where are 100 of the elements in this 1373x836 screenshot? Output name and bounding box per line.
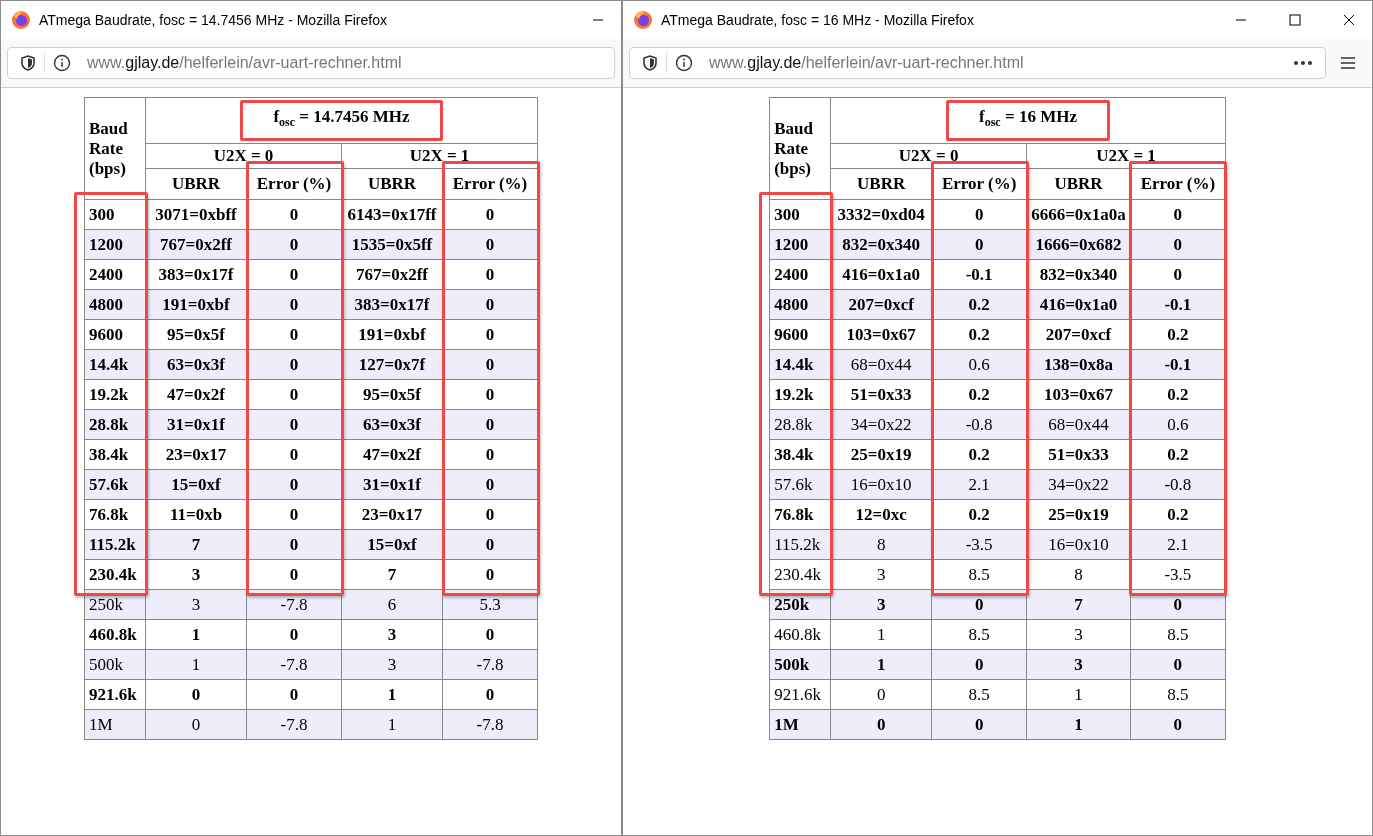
close-icon	[1343, 14, 1355, 26]
baud-rate-cell: 9600	[769, 319, 831, 350]
ubrr-cell: 416=0x1a0	[1026, 289, 1131, 320]
error-cell: 8.5	[931, 679, 1027, 710]
baud-rate-cell: 2400	[769, 259, 831, 290]
ubrr-cell: 767=0x2ff	[341, 259, 443, 290]
ubrr-cell: 3	[145, 559, 247, 590]
ubrr-cell: 1	[830, 649, 932, 680]
baud-rate-cell: 1M	[84, 709, 146, 740]
ubrr-cell: 7	[1026, 589, 1131, 620]
ubrr-cell: 95=0x5f	[145, 319, 247, 350]
ubrr-cell: 6143=0x17ff	[341, 199, 443, 230]
ubrr-cell: 7	[145, 529, 247, 560]
ubrr-cell: 0	[830, 709, 932, 740]
baud-rate-cell: 230.4k	[84, 559, 146, 590]
error-cell: 0	[442, 679, 538, 710]
ubrr-cell: 207=0xcf	[1026, 319, 1131, 350]
ubrr-cell: 31=0x1f	[145, 409, 247, 440]
error-cell: 0	[246, 619, 342, 650]
ubrr-cell: 191=0xbf	[341, 319, 443, 350]
error-cell: 0	[442, 619, 538, 650]
url-text[interactable]: www.gjlay.de/helferlein/avr-uart-rechner.html	[709, 54, 1024, 72]
baud-rate-cell: 38.4k	[769, 439, 831, 470]
ubrr-cell: 191=0xbf	[145, 289, 247, 320]
address-bar[interactable]: www.gjlay.de/helferlein/avr-uart-rechner.html	[7, 47, 615, 79]
ubrr-cell: 1666=0x682	[1026, 229, 1131, 260]
baud-rate-cell: 1M	[769, 709, 831, 740]
baud-rate-cell: 1200	[769, 229, 831, 260]
browser-logo-icon	[11, 10, 31, 30]
ubrr-cell: 1	[1026, 709, 1131, 740]
ubrr-cell: 95=0x5f	[341, 379, 443, 410]
ubrr-cell: 68=0x44	[830, 349, 932, 380]
ubrr-cell: 6	[341, 589, 443, 620]
ubrr-cell: 23=0x17	[145, 439, 247, 470]
ubrr-cell: 832=0x340	[830, 229, 932, 260]
baud-rate-cell: 19.2k	[84, 379, 146, 410]
baud-rate-cell: 1200	[84, 229, 146, 260]
ubrr-cell: 16=0x10	[830, 469, 932, 500]
ubrr-cell: 47=0x2f	[145, 379, 247, 410]
ubrr-cell: 1	[145, 649, 247, 680]
baud-rate-cell: 76.8k	[769, 499, 831, 530]
baud-rate-cell: 14.4k	[769, 349, 831, 380]
ubrr-cell: 34=0x22	[830, 409, 932, 440]
ubrr-cell: 1	[145, 619, 247, 650]
baud-rate-cell: 19.2k	[769, 379, 831, 410]
ubrr-cell: 207=0xcf	[830, 289, 932, 320]
ubrr-cell: 138=0x8a	[1026, 349, 1131, 380]
baud-rate-cell: 300	[84, 199, 146, 230]
baud-rate-cell: 14.4k	[84, 349, 146, 380]
ubrr-cell: 6666=0x1a0a	[1026, 199, 1131, 230]
error-cell: 0	[931, 709, 1027, 740]
ubrr-cell: 63=0x3f	[341, 409, 443, 440]
ubrr-cell: 383=0x17f	[145, 259, 247, 290]
ubrr-cell: 3332=0xd04	[830, 199, 932, 230]
ubrr-cell: 1535=0x5ff	[341, 229, 443, 260]
error-cell: 8.5	[1130, 619, 1226, 650]
ubrr-cell: 767=0x2ff	[145, 229, 247, 260]
baud-rate-cell: 300	[769, 199, 831, 230]
baud-rate-cell: 4800	[84, 289, 146, 320]
ubrr-cell: 1	[1026, 679, 1131, 710]
ubrr-cell: 8	[830, 529, 932, 560]
address-bar[interactable]: www.gjlay.de/helferlein/avr-uart-rechner.html	[629, 47, 1326, 79]
ubrr-cell: 103=0x67	[1026, 379, 1131, 410]
baud-rate-cell: 460.8k	[84, 619, 146, 650]
error-cell: 8.5	[1130, 679, 1226, 710]
ubrr-cell: 3	[1026, 649, 1131, 680]
browser-logo-icon	[633, 10, 653, 30]
ubrr-cell: 0	[830, 679, 932, 710]
column-header: UBRR	[341, 168, 443, 200]
ubrr-cell: 11=0xb	[145, 499, 247, 530]
ubrr-cell: 15=0xf	[341, 529, 443, 560]
frequency-heading: f$_{osc}$ = 14.7456 MHz	[240, 100, 443, 142]
error-cell: -7.8	[246, 709, 342, 740]
window-title: ATmega Baudrate, fosc = 14.7456 MHz - Mozilla Firefox	[39, 12, 388, 28]
baud-rate-cell: 38.4k	[84, 439, 146, 470]
maximize-icon	[1289, 14, 1301, 26]
error-cell: 0	[1130, 649, 1226, 680]
ubrr-cell: 31=0x1f	[341, 469, 443, 500]
ubrr-cell: 0	[145, 679, 247, 710]
baud-rate-cell: 4800	[769, 289, 831, 320]
ubrr-cell: 127=0x7f	[341, 349, 443, 380]
baud-rate-cell: 921.6k	[84, 679, 146, 710]
baud-rate-cell: 76.8k	[84, 499, 146, 530]
column-header: UBRR	[1026, 168, 1131, 200]
ubrr-cell: 103=0x67	[830, 319, 932, 350]
window-title: ATmega Baudrate, fosc = 16 MHz - Mozilla Firefox	[661, 12, 975, 28]
error-cell: 8.5	[931, 619, 1027, 650]
ubrr-cell: 15=0xf	[145, 469, 247, 500]
baud-rate-cell: 57.6k	[769, 469, 831, 500]
frequency-heading: f$_{osc}$ = 16 MHz	[946, 100, 1110, 142]
url-text[interactable]: www.gjlay.de/helferlein/avr-uart-rechner.html	[87, 54, 402, 72]
ubrr-cell: 51=0x33	[1026, 439, 1131, 470]
ubrr-cell: 3	[341, 649, 443, 680]
baud-rate-cell: 28.8k	[84, 409, 146, 440]
ubrr-cell: 832=0x340	[1026, 259, 1131, 290]
ubrr-cell: 7	[341, 559, 443, 590]
ubrr-cell: 3	[830, 589, 932, 620]
error-cell: 0	[1130, 709, 1226, 740]
ubrr-cell: 1	[341, 679, 443, 710]
ubrr-cell: 25=0x19	[830, 439, 932, 470]
